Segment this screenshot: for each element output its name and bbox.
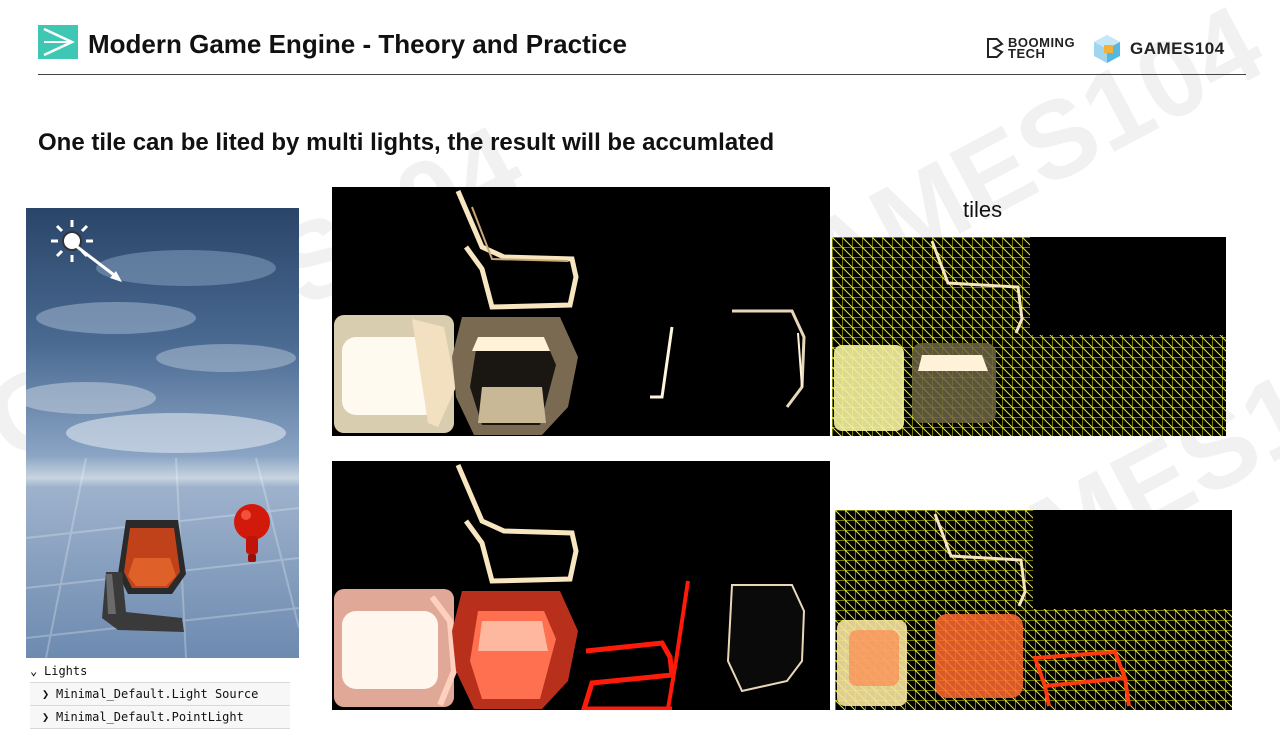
- tile-panel-directional: [832, 237, 1226, 436]
- tree-group-lights[interactable]: ⌄ Lights: [30, 660, 290, 683]
- chevron-right-icon[interactable]: ❯: [42, 706, 56, 728]
- booming-tech-logo: BOOMING TECH: [985, 36, 1075, 60]
- header-divider: [38, 74, 1246, 75]
- tree-item-point-light[interactable]: ❯ Minimal_Default.PointLight: [30, 706, 290, 729]
- tile-panel-accumulated: [835, 510, 1232, 710]
- outliner-tree: ⌄ Lights ❯ Minimal_Default.Light Source ❯ M…: [30, 660, 290, 729]
- cube-logo-icon: [1094, 35, 1120, 63]
- games104-logo: GAMES104: [1092, 33, 1225, 65]
- slide-subtitle: One tile can be lited by multi lights, t…: [38, 129, 775, 156]
- directional-light-icon[interactable]: [42, 216, 126, 286]
- games104-text: GAMES104: [1130, 39, 1225, 58]
- page-title: Modern Game Engine - Theory and Practice: [88, 29, 627, 59]
- tree-item-light-source[interactable]: ❯ Minimal_Default.Light Source: [30, 683, 290, 706]
- tree-item-label: Minimal_Default.PointLight: [56, 710, 244, 724]
- tree-group-label: Lights: [44, 664, 88, 678]
- render-panel-directional: [332, 187, 830, 436]
- tiles-label: tiles: [963, 197, 1003, 222]
- tree-item-label: Minimal_Default.Light Source: [56, 687, 259, 701]
- booming-mark-icon: [987, 38, 1004, 58]
- chevron-right-icon[interactable]: ❯: [42, 683, 56, 705]
- course-logo-icon: [38, 25, 78, 59]
- chair-model[interactable]: [98, 514, 194, 634]
- chevron-down-icon[interactable]: ⌄: [30, 660, 44, 682]
- point-light-icon[interactable]: [232, 502, 274, 566]
- render-panel-accumulated: [332, 461, 830, 710]
